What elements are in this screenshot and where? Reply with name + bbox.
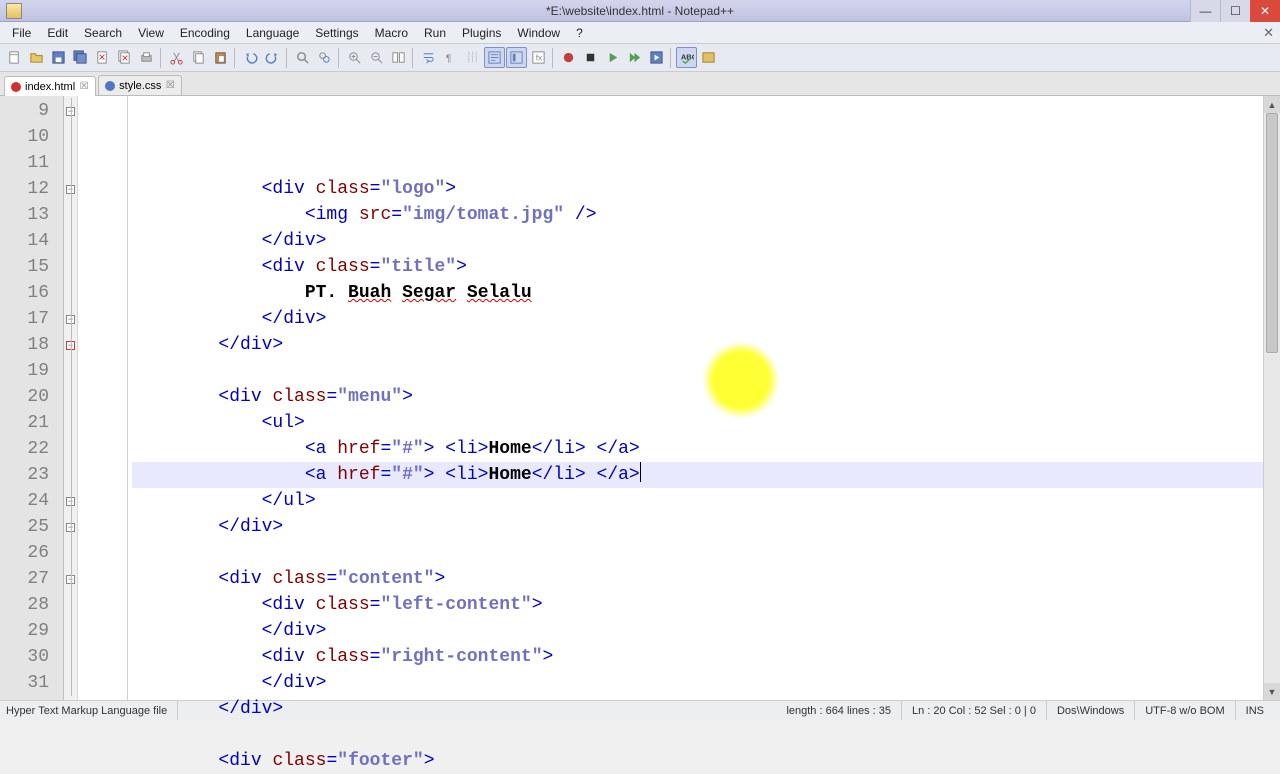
menu-plugins[interactable]: Plugins [454, 24, 509, 42]
close-button[interactable]: ✕ [1250, 0, 1280, 22]
paste-icon[interactable] [210, 47, 231, 68]
tab-modified-icon [11, 82, 21, 92]
menu-bar: File Edit Search View Encoding Language … [0, 22, 1280, 44]
vertical-scrollbar[interactable]: ▲ ▼ [1263, 96, 1280, 700]
func-list-icon[interactable]: fx [528, 47, 549, 68]
tab-bar: index.html ☒ style.css ☒ [0, 72, 1280, 96]
spell-check-icon[interactable]: ABC [676, 47, 697, 68]
scroll-up-icon[interactable]: ▲ [1264, 96, 1280, 113]
sync-scroll-icon[interactable] [388, 47, 409, 68]
zoom-out-icon[interactable] [366, 47, 387, 68]
new-file-icon[interactable] [4, 47, 25, 68]
tab-saved-icon [105, 81, 115, 91]
word-wrap-icon[interactable] [418, 47, 439, 68]
svg-text:fx: fx [536, 52, 543, 62]
doc-switcher-icon[interactable] [698, 47, 719, 68]
user-lang-icon[interactable] [484, 47, 505, 68]
maximize-button[interactable]: ☐ [1220, 0, 1250, 22]
app-icon [6, 3, 22, 19]
menu-settings[interactable]: Settings [307, 24, 366, 42]
minimize-button[interactable]: — [1190, 0, 1220, 22]
code-editor[interactable]: <div class="logo"> <img src="img/tomat.j… [128, 96, 1263, 700]
scroll-thumb[interactable] [1266, 113, 1278, 353]
margin [78, 96, 128, 700]
menu-encoding[interactable]: Encoding [172, 24, 238, 42]
save-macro-icon[interactable] [646, 47, 667, 68]
show-all-chars-icon[interactable]: ¶ [440, 47, 461, 68]
undo-icon[interactable] [240, 47, 261, 68]
title-bar: *E:\website\index.html - Notepad++ — ☐ ✕ [0, 0, 1280, 22]
window-controls: — ☐ ✕ [1190, 0, 1280, 22]
replace-icon[interactable] [314, 47, 335, 68]
tab-close-icon[interactable]: ☒ [165, 81, 175, 91]
close-all-icon[interactable] [114, 47, 135, 68]
svg-text:¶: ¶ [446, 53, 452, 64]
record-macro-icon[interactable] [558, 47, 579, 68]
scroll-down-icon[interactable]: ▼ [1264, 683, 1280, 700]
close-document-button[interactable]: ✕ [1263, 25, 1274, 41]
stop-macro-icon[interactable] [580, 47, 601, 68]
editor-area[interactable]: 9101112131415161718192021222324252627282… [0, 96, 1280, 700]
find-icon[interactable] [292, 47, 313, 68]
redo-icon[interactable] [262, 47, 283, 68]
save-all-icon[interactable] [70, 47, 91, 68]
menu-macro[interactable]: Macro [367, 24, 416, 42]
menu-search[interactable]: Search [76, 24, 130, 42]
menu-help[interactable]: ? [568, 24, 591, 42]
tab-label: index.html [25, 81, 75, 93]
menu-run[interactable]: Run [416, 24, 454, 42]
indent-guide-icon[interactable] [462, 47, 483, 68]
menu-language[interactable]: Language [238, 24, 307, 42]
play-multi-icon[interactable] [624, 47, 645, 68]
zoom-in-icon[interactable] [344, 47, 365, 68]
tab-index-html[interactable]: index.html ☒ [4, 76, 96, 96]
play-macro-icon[interactable] [602, 47, 623, 68]
tab-close-icon[interactable]: ☒ [79, 82, 89, 92]
svg-text:ABC: ABC [681, 52, 694, 61]
menu-file[interactable]: File [4, 24, 39, 42]
window-title: *E:\website\index.html - Notepad++ [546, 4, 734, 18]
print-icon[interactable] [136, 47, 157, 68]
copy-icon[interactable] [188, 47, 209, 68]
menu-window[interactable]: Window [509, 24, 568, 42]
tab-style-css[interactable]: style.css ☒ [98, 75, 182, 95]
open-file-icon[interactable] [26, 47, 47, 68]
cut-icon[interactable] [166, 47, 187, 68]
toolbar: ¶ fx ABC [0, 44, 1280, 72]
save-icon[interactable] [48, 47, 69, 68]
close-file-icon[interactable] [92, 47, 113, 68]
fold-column[interactable]: −−−−−−− [64, 96, 78, 700]
tab-label: style.css [119, 80, 161, 92]
menu-edit[interactable]: Edit [39, 24, 76, 42]
line-number-gutter: 9101112131415161718192021222324252627282… [0, 96, 64, 700]
menu-view[interactable]: View [130, 24, 172, 42]
doc-map-icon[interactable] [506, 47, 527, 68]
